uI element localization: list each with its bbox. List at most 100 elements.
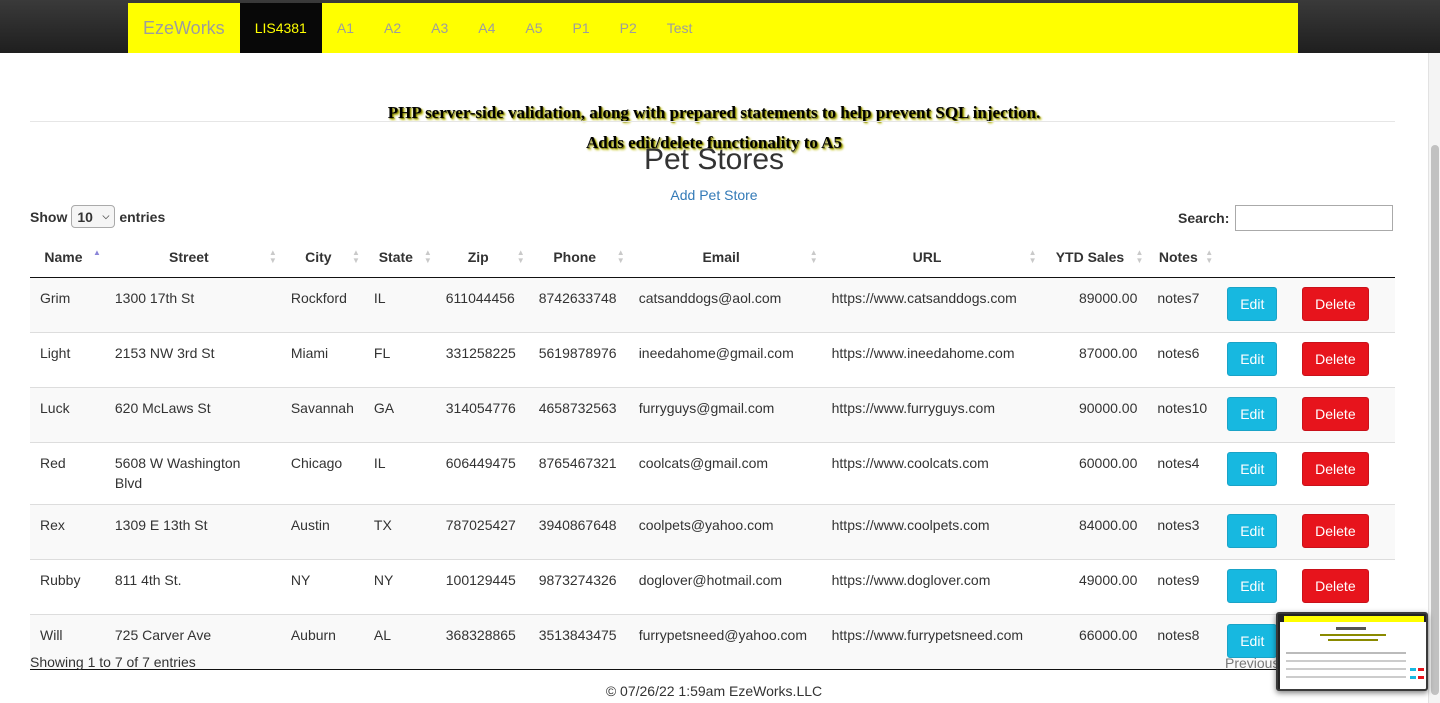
cell-delete: Delete xyxy=(1292,503,1395,559)
thumbnail-button xyxy=(1410,668,1416,671)
column-header-ytd-sales[interactable]: YTD Sales ▲ ▼ xyxy=(1040,237,1148,278)
cell-state: IL xyxy=(363,441,436,504)
thumbnail-row xyxy=(1286,676,1406,678)
cell-notes: notes10 xyxy=(1147,386,1218,442)
delete-button[interactable]: Delete xyxy=(1302,396,1369,431)
cell-delete: Delete xyxy=(1292,441,1395,504)
page-scrollbar[interactable] xyxy=(1428,53,1440,703)
cell-city: Miami xyxy=(280,331,364,387)
edit-button[interactable]: Edit xyxy=(1227,396,1278,431)
nav-item-a3[interactable]: A3 xyxy=(416,3,463,54)
cell-url: https://www.furrypetsneed.com xyxy=(821,613,1041,670)
navbar: EzeWorks LIS4381 A1 A2 A3 A4 A5 P1 P2 Te… xyxy=(128,3,1298,54)
add-pet-store-link[interactable]: Add Pet Store xyxy=(0,187,1428,203)
column-header-label: YTD Sales xyxy=(1055,248,1125,265)
cell-edit: Edit xyxy=(1217,503,1293,559)
cell-state: GA xyxy=(363,386,436,442)
thumbnail-button xyxy=(1410,676,1416,679)
sort-icon: ▲ ▼ xyxy=(268,248,277,265)
nav-item-a2[interactable]: A2 xyxy=(369,3,416,54)
cell-email: coolcats@gmail.com xyxy=(628,441,822,504)
cell-edit: Edit xyxy=(1217,441,1293,504)
cell-url: https://www.furryguys.com xyxy=(821,386,1041,442)
cell-email: coolpets@yahoo.com xyxy=(628,503,822,559)
cell-city: Chicago xyxy=(280,441,364,504)
pet-stores-table: Name ▲ Street ▲ ▼ City ▲ ▼ State ▲ ▼ Zip ▲ ▼ Phon… xyxy=(30,237,1395,670)
edit-button[interactable]: Edit xyxy=(1227,451,1278,486)
column-header-city[interactable]: City ▲ ▼ xyxy=(280,237,364,278)
cell-email: furrypetsneed@yahoo.com xyxy=(628,613,822,670)
cell-email: ineedahome@gmail.com xyxy=(628,331,822,387)
edit-button[interactable]: Edit xyxy=(1227,286,1278,321)
previous-page-button[interactable]: Previous xyxy=(1225,655,1279,671)
cell-phone: 5619878976 xyxy=(528,331,629,387)
thumbnail-button xyxy=(1418,668,1424,671)
thumbnail-row xyxy=(1286,660,1406,662)
nav-item-p1[interactable]: P1 xyxy=(557,3,604,54)
delete-button[interactable]: Delete xyxy=(1302,341,1369,376)
cell-name: Rubby xyxy=(30,558,105,614)
delete-button[interactable]: Delete xyxy=(1302,286,1369,321)
cell-ytd-sales: 87000.00 xyxy=(1040,331,1148,387)
navbar-brand[interactable]: EzeWorks xyxy=(128,3,240,54)
header-description: PHP server-side validation, along with p… xyxy=(387,103,1041,122)
cell-phone: 3940867648 xyxy=(528,503,629,559)
sort-icon: ▲ xyxy=(92,248,101,257)
cell-notes: notes6 xyxy=(1147,331,1218,387)
search-input[interactable] xyxy=(1235,205,1394,231)
delete-button[interactable]: Delete xyxy=(1302,568,1369,603)
column-header-edit xyxy=(1217,237,1293,278)
screenshot-thumbnail[interactable] xyxy=(1276,612,1428,691)
nav-item-test[interactable]: Test xyxy=(652,3,708,54)
divider xyxy=(30,121,1395,122)
column-header-zip[interactable]: Zip ▲ ▼ xyxy=(435,237,529,278)
column-header-state[interactable]: State ▲ ▼ xyxy=(363,237,436,278)
cell-phone: 3513843475 xyxy=(528,613,629,670)
cell-edit: Edit xyxy=(1217,331,1293,387)
column-header-name[interactable]: Name ▲ xyxy=(30,237,105,278)
nav-item-lis4381[interactable]: LIS4381 xyxy=(239,3,322,54)
cell-ytd-sales: 89000.00 xyxy=(1040,277,1148,332)
delete-button[interactable]: Delete xyxy=(1302,451,1369,486)
column-header-label: Street xyxy=(169,248,209,265)
scrollbar-thumb[interactable] xyxy=(1431,145,1439,695)
nav-item-a4[interactable]: A4 xyxy=(463,3,510,54)
edit-button[interactable]: Edit xyxy=(1227,568,1278,603)
entries-select[interactable]: 10 ⌵ xyxy=(71,205,116,228)
entries-select-value: 10 xyxy=(77,208,93,225)
cell-zip: 606449475 xyxy=(435,441,529,504)
cell-street: 1309 E 13th St xyxy=(104,503,281,559)
nav-item-a1[interactable]: A1 xyxy=(322,3,369,54)
cell-street: 620 McLaws St xyxy=(104,386,281,442)
cell-street: 1300 17th St xyxy=(104,277,281,332)
cell-ytd-sales: 49000.00 xyxy=(1040,558,1148,614)
column-header-url[interactable]: URL ▲ ▼ xyxy=(821,237,1041,278)
edit-button[interactable]: Edit xyxy=(1227,513,1278,548)
show-label: Show xyxy=(30,208,68,225)
cell-zip: 314054776 xyxy=(435,386,529,442)
cell-phone: 4658732563 xyxy=(528,386,629,442)
column-header-street[interactable]: Street ▲ ▼ xyxy=(104,237,281,278)
cell-zip: 368328865 xyxy=(435,613,529,670)
cell-notes: notes9 xyxy=(1147,558,1218,614)
delete-button[interactable]: Delete xyxy=(1302,513,1369,548)
nav-item-p2[interactable]: P2 xyxy=(605,3,652,54)
nav-item-a5[interactable]: A5 xyxy=(510,3,557,54)
thumbnail-title xyxy=(1336,627,1366,630)
column-header-notes[interactable]: Notes ▲ ▼ xyxy=(1147,237,1218,278)
cell-notes: notes7 xyxy=(1147,277,1218,332)
column-header-delete xyxy=(1292,237,1395,278)
column-header-email[interactable]: Email ▲ ▼ xyxy=(628,237,822,278)
column-header-label: URL xyxy=(912,248,942,265)
thumbnail-button xyxy=(1418,676,1424,679)
thumbnail-row xyxy=(1286,668,1406,670)
edit-button[interactable]: Edit xyxy=(1227,341,1278,376)
page-title: Pet Stores xyxy=(643,143,785,176)
column-header-phone[interactable]: Phone ▲ ▼ xyxy=(528,237,629,278)
table-info: Showing 1 to 7 of 7 entries xyxy=(30,654,196,670)
column-header-label: City xyxy=(305,248,332,265)
entries-label: entries xyxy=(119,208,166,225)
table-row: Grim 1300 17th St Rockford IL 611044456 87426… xyxy=(30,277,1395,332)
sort-icon: ▲ ▼ xyxy=(423,248,432,265)
edit-button[interactable]: Edit xyxy=(1227,623,1278,658)
